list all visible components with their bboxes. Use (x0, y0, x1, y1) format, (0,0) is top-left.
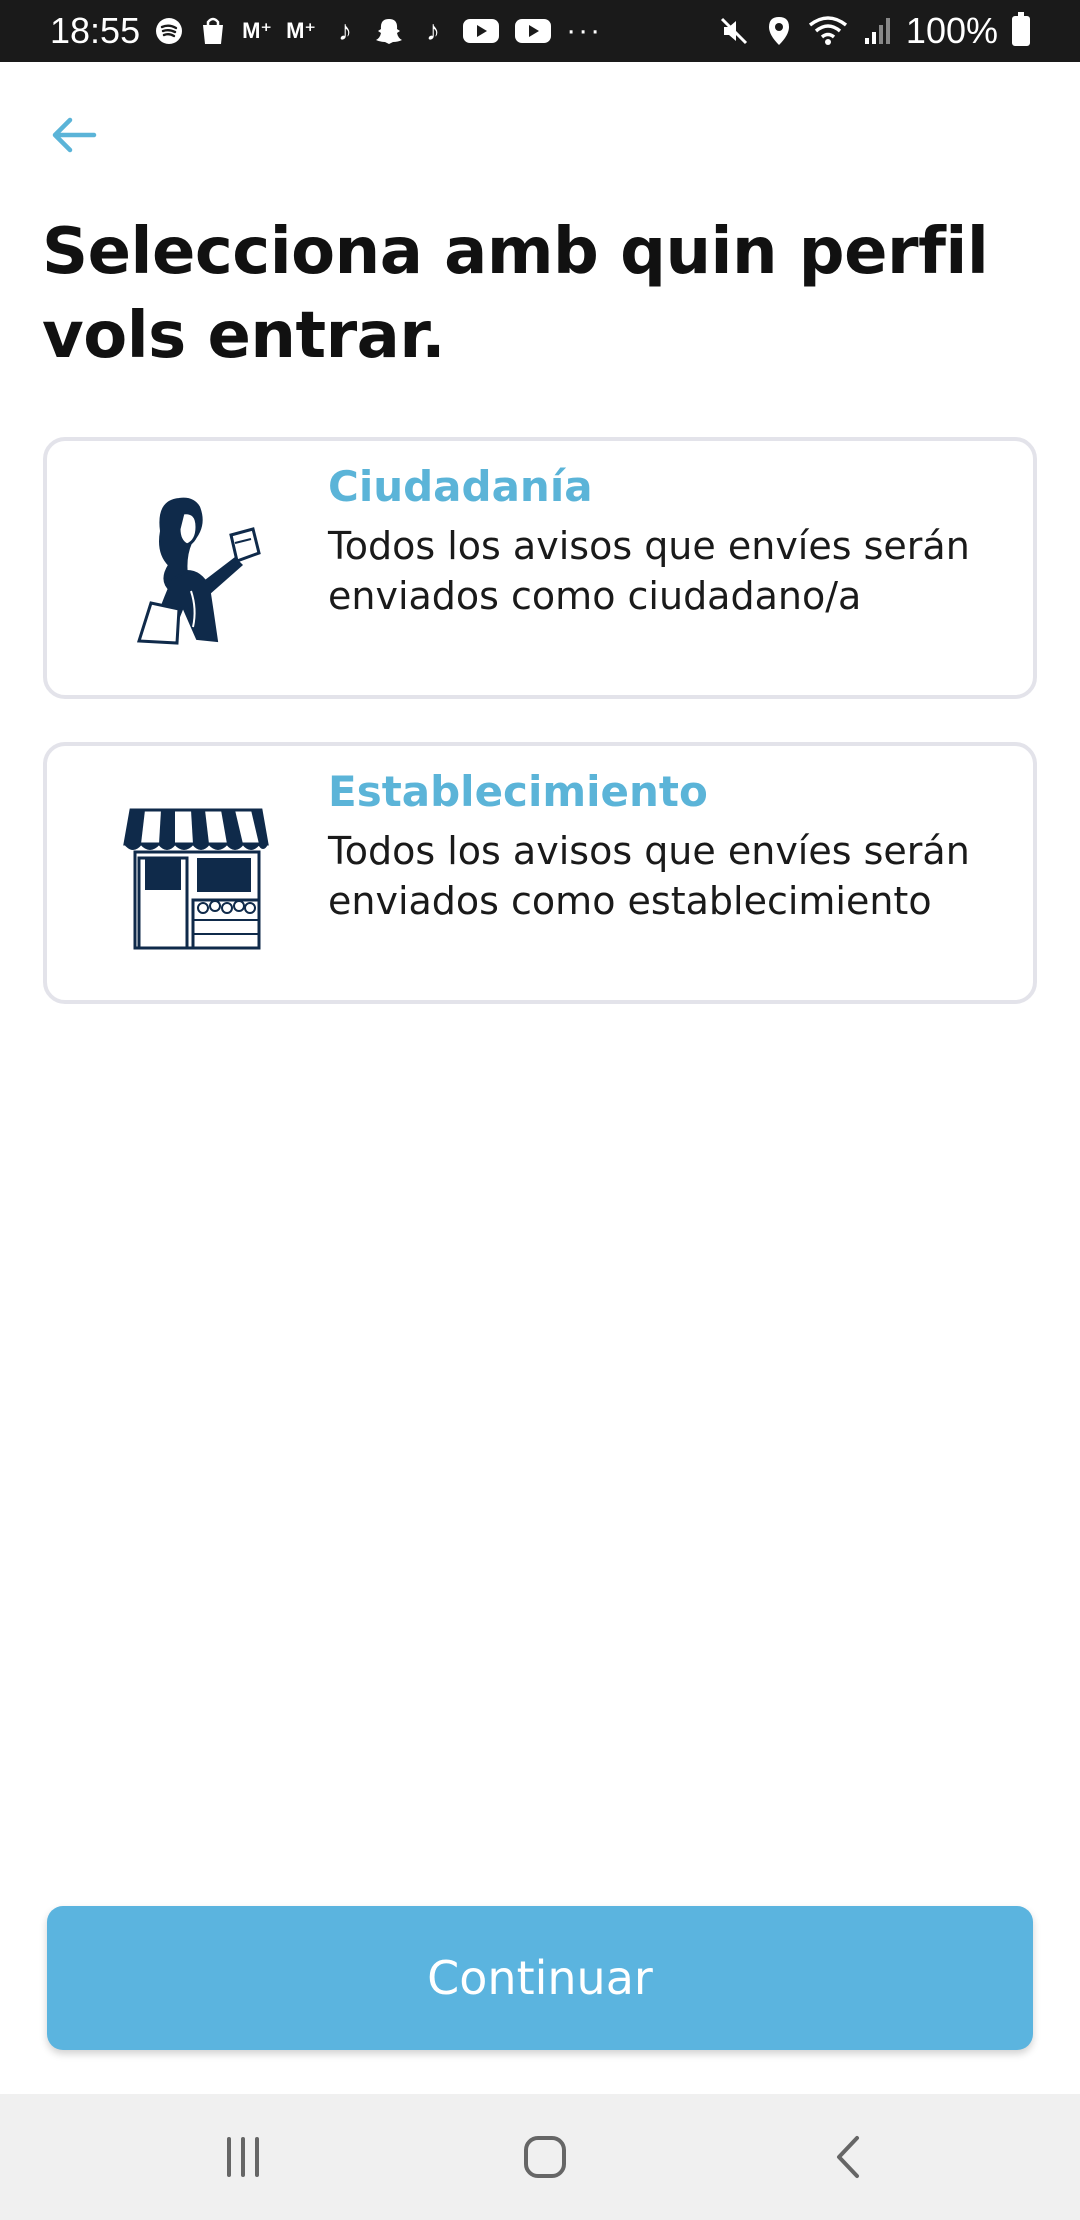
profile-option-citizen[interactable]: Ciudadanía Todos los avisos que envíes s… (43, 437, 1037, 699)
status-time: 18:55 (50, 10, 141, 51)
chevron-left-icon (837, 2136, 859, 2178)
battery-percentage: 100% (905, 10, 998, 51)
home-button[interactable] (495, 2122, 595, 2192)
recent-apps-button[interactable] (193, 2122, 293, 2192)
status-left: 18:55 M⁺ M⁺ ♪ ♪ ··· (50, 10, 602, 52)
navigation-bar (0, 2094, 1080, 2220)
wifi-icon (808, 11, 848, 51)
signal-icon (862, 11, 892, 51)
card-text: Ciudadanía Todos los avisos que envíes s… (328, 459, 1008, 621)
status-bar: 18:55 M⁺ M⁺ ♪ ♪ ··· 100% (0, 0, 1080, 62)
youtube-icon (462, 11, 500, 51)
movistar-plus-icon: M⁺ (242, 18, 273, 43)
system-back-button[interactable] (798, 2122, 898, 2192)
home-icon (524, 2136, 566, 2178)
tiktok-icon: ♪ (338, 15, 353, 46)
movistar-plus-icon: M⁺ (286, 18, 317, 43)
youtube-icon (514, 11, 552, 51)
status-right: 100% (718, 10, 1030, 52)
store-illustration-icon (117, 796, 277, 956)
overflow-dots: ··· (566, 14, 603, 47)
tiktok-icon: ♪ (426, 15, 441, 46)
recent-apps-icon (227, 2137, 259, 2177)
profile-option-establishment[interactable]: Establecimiento Todos los avisos que env… (43, 742, 1037, 1004)
continue-button[interactable]: Continuar (47, 1906, 1033, 2050)
profile-description: Todos los avisos que envíes serán enviad… (328, 524, 970, 618)
profile-title: Ciudadanía (328, 462, 593, 511)
arrow-left-icon (52, 117, 97, 153)
snapchat-icon (374, 11, 404, 51)
citizen-illustration-icon (117, 491, 277, 651)
battery-icon (1012, 12, 1030, 46)
spotify-icon (154, 11, 184, 51)
card-text: Establecimiento Todos los avisos que env… (328, 764, 1008, 926)
page-title: Selecciona amb quin perfil vols entrar. (42, 215, 989, 373)
shopping-bag-icon (198, 11, 228, 51)
mute-icon (718, 11, 750, 51)
profile-description: Todos los avisos que envíes serán enviad… (328, 829, 970, 923)
location-icon (764, 11, 794, 51)
profile-title: Establecimiento (328, 767, 708, 816)
back-button[interactable] (38, 100, 108, 170)
